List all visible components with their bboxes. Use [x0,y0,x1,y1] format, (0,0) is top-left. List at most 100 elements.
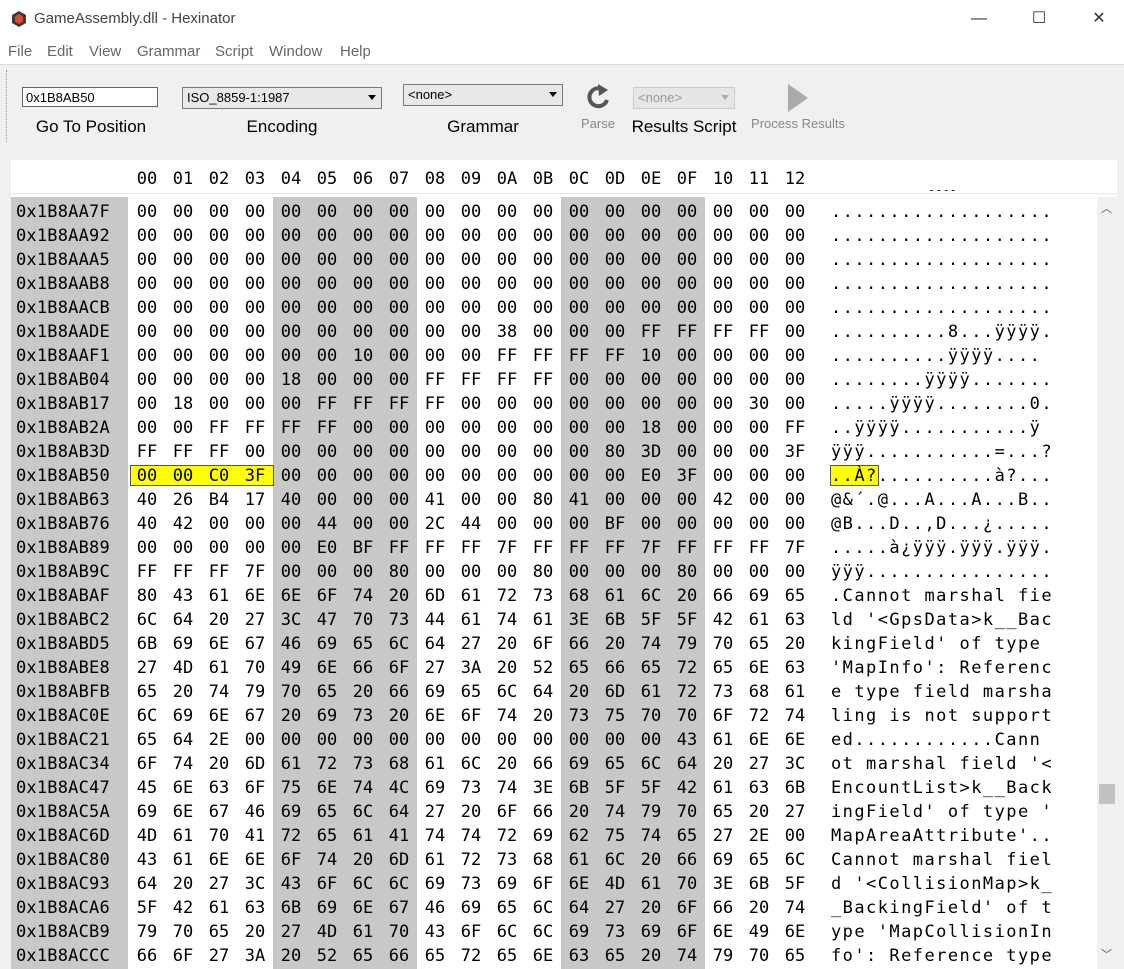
hex-byte[interactable]: 46 [237,802,273,822]
hex-byte[interactable]: 00 [669,442,705,462]
hex-byte[interactable]: 00 [165,226,201,246]
hex-byte[interactable]: 00 [453,322,489,342]
hex-byte[interactable]: 6F [705,706,741,726]
hex-byte[interactable]: 65 [309,826,345,846]
hex-byte[interactable]: 63 [237,898,273,918]
hex-byte[interactable]: 00 [489,394,525,414]
hex-byte[interactable]: 00 [381,418,417,438]
hex-byte[interactable]: 65 [489,898,525,918]
row-ascii[interactable]: ................... [831,250,1053,270]
hex-byte[interactable]: 74 [597,802,633,822]
hex-byte[interactable]: 00 [453,562,489,582]
menu-grammar[interactable]: Grammar [137,43,200,60]
hex-byte[interactable]: 70 [381,922,417,942]
hex-byte[interactable]: 79 [633,802,669,822]
hex-byte[interactable]: 00 [273,322,309,342]
hex-byte[interactable]: 00 [309,274,345,294]
hex-byte[interactable]: 69 [561,922,597,942]
hex-byte[interactable]: 00 [741,346,777,366]
hex-byte[interactable]: 2E [741,826,777,846]
hex-byte[interactable]: 40 [129,490,165,510]
hex-byte[interactable]: 61 [345,922,381,942]
hex-byte[interactable]: 43 [129,850,165,870]
hex-byte[interactable]: FF [453,370,489,390]
hex-byte[interactable]: 70 [633,706,669,726]
hex-byte[interactable]: 00 [381,202,417,222]
hex-byte[interactable]: 00 [633,562,669,582]
hex-byte[interactable]: 80 [525,562,561,582]
vertical-scrollbar[interactable] [1097,197,1117,969]
hex-byte[interactable]: 00 [309,202,345,222]
hex-byte[interactable]: FF [309,394,345,414]
row-ascii[interactable]: kingField' of type [831,634,1053,654]
hex-byte[interactable]: 00 [633,226,669,246]
hex-byte[interactable]: 68 [561,586,597,606]
hex-row[interactable]: 0x1B8AA7F 00 00 00 00 00 00 00 00 00 00 00 00 00 00 00 0… [11,199,1061,223]
hex-byte[interactable]: 00 [561,298,597,318]
hex-byte[interactable]: 00 [237,202,273,222]
hex-byte[interactable]: 6C [345,874,381,894]
row-ascii[interactable]: ingField' of type ' [831,802,1053,822]
row-ascii[interactable]: ................... [831,274,1053,294]
hex-byte[interactable]: 61 [777,682,813,702]
hex-byte[interactable]: 6B [597,610,633,630]
hex-byte[interactable]: 74 [489,706,525,726]
hex-byte[interactable]: 00 [777,514,813,534]
results-script-select[interactable]: <none> [633,87,735,109]
hex-byte[interactable]: 00 [345,490,381,510]
hex-byte[interactable]: 49 [273,658,309,678]
hex-byte[interactable]: 00 [777,226,813,246]
hex-byte[interactable]: 52 [309,946,345,966]
hex-byte[interactable]: 66 [705,586,741,606]
row-ascii[interactable]: ling is not support [831,706,1053,726]
hex-byte[interactable]: 00 [561,418,597,438]
hex-row[interactable]: 0x1B8ACB9 79 70 65 20 27 4D 61 70 43 6F 6C 6C 69 73 69 6… [11,919,1061,943]
hex-byte[interactable]: 00 [345,226,381,246]
hex-byte[interactable]: FF [129,562,165,582]
hex-byte[interactable]: 00 [633,490,669,510]
hex-byte[interactable]: 00 [633,250,669,270]
hex-row[interactable]: 0x1B8AAB8 00 00 00 00 00 00 00 00 00 00 00 00 00 00 00 0… [11,271,1061,295]
hex-byte[interactable]: 61 [417,850,453,870]
hex-byte[interactable]: 00 [525,202,561,222]
row-ascii[interactable]: 'MapInfo': Referenc [831,658,1053,678]
hex-byte[interactable]: 69 [309,706,345,726]
hex-byte[interactable]: 00 [777,202,813,222]
hex-byte[interactable]: 64 [525,682,561,702]
hex-byte[interactable]: 65 [201,922,237,942]
hex-byte[interactable]: 27 [741,754,777,774]
hex-byte[interactable]: 3F [777,442,813,462]
hex-byte[interactable]: 73 [525,586,561,606]
hex-byte[interactable]: 20 [561,682,597,702]
hex-byte[interactable]: 6F [309,586,345,606]
row-ascii[interactable]: d '<CollisionMap>k_ [831,874,1053,894]
hex-byte[interactable]: 6E [777,730,813,750]
menu-window[interactable]: Window [269,43,322,60]
hex-byte[interactable]: 00 [345,250,381,270]
hex-byte[interactable]: 00 [381,298,417,318]
hex-byte[interactable]: 26 [165,490,201,510]
hex-byte[interactable]: 00 [741,466,777,486]
hex-byte[interactable]: 00 [597,202,633,222]
hex-byte[interactable]: 65 [777,586,813,606]
hex-byte[interactable]: 6C [633,754,669,774]
hex-byte[interactable]: 00 [381,346,417,366]
hex-byte[interactable]: 69 [705,850,741,870]
hex-byte[interactable]: 00 [777,562,813,582]
hex-byte[interactable]: 6E [705,922,741,942]
hex-byte[interactable]: 00 [633,298,669,318]
hex-byte[interactable]: 00 [705,226,741,246]
row-ascii[interactable]: ÿÿÿ................ [831,562,1053,582]
hex-byte[interactable]: 4C [381,778,417,798]
hex-byte[interactable]: 6E [345,898,381,918]
hex-byte[interactable]: 00 [489,274,525,294]
hex-byte[interactable]: 74 [417,826,453,846]
hex-byte[interactable]: 00 [489,442,525,462]
hex-byte[interactable]: 27 [237,610,273,630]
hex-byte[interactable]: 61 [561,850,597,870]
hex-byte[interactable]: 69 [417,682,453,702]
hex-byte[interactable]: 6D [417,586,453,606]
hex-byte[interactable]: FF [273,418,309,438]
hex-byte[interactable]: 00 [201,370,237,390]
hex-byte[interactable]: 42 [165,514,201,534]
